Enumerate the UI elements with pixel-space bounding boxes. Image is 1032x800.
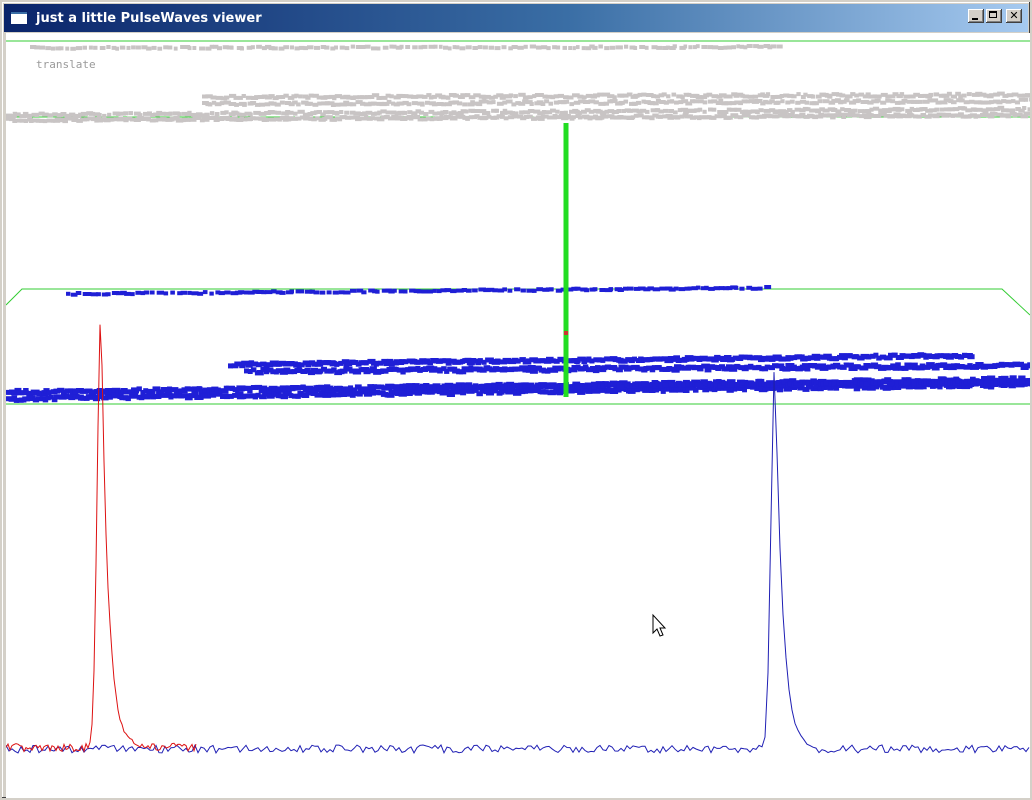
- scene-canvas[interactable]: [6, 33, 1030, 798]
- navigation-mode-label: translate: [36, 58, 96, 71]
- mouse-cursor-icon: [652, 613, 667, 637]
- selected-pulse-sample: [564, 331, 568, 335]
- close-button[interactable]: ✕: [1006, 9, 1022, 23]
- app-window-icon[interactable]: [10, 11, 28, 25]
- maximize-icon: [989, 11, 997, 18]
- window-controls: ✕: [968, 9, 1022, 23]
- minimize-icon: [972, 18, 978, 20]
- title-bar[interactable]: just a little PulseWaves viewer ✕: [4, 4, 1028, 32]
- minimize-button[interactable]: [968, 9, 984, 23]
- return-waveform: [6, 372, 1030, 755]
- app-window: just a little PulseWaves viewer ✕ transl…: [0, 0, 1032, 800]
- point-cloud-blue: [6, 285, 1030, 403]
- close-icon: ✕: [1009, 9, 1019, 22]
- point-cloud-grey: [6, 44, 1030, 124]
- maximize-button[interactable]: [986, 9, 1002, 23]
- window-title: just a little PulseWaves viewer: [36, 10, 262, 26]
- point-cloud-viewport[interactable]: translate: [6, 33, 1030, 798]
